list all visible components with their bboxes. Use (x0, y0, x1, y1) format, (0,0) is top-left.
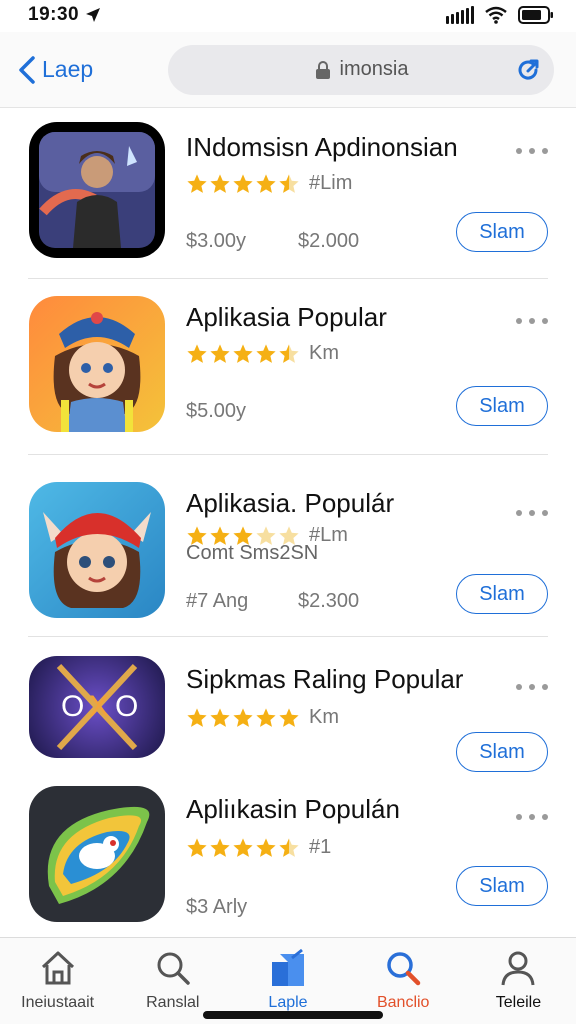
magnifier-accent-icon (387, 952, 421, 986)
star-icon (187, 837, 207, 857)
more-options-icon[interactable] (516, 316, 548, 326)
star-rating: #Lim (186, 172, 352, 195)
star-icon (279, 837, 299, 857)
status-bar: 19:30 (0, 0, 576, 30)
star-icon (279, 343, 299, 363)
star-icon (210, 707, 230, 727)
app-icon-xo-game[interactable]: O X O (29, 656, 165, 758)
rating-text: Km (309, 342, 339, 364)
get-button[interactable]: Slam (456, 574, 548, 614)
star-icon (256, 173, 276, 193)
star-rating: #1 (186, 836, 331, 859)
rating-text: #1 (309, 836, 332, 858)
svg-text:O: O (115, 690, 138, 723)
star-icon (210, 343, 230, 363)
tab-label: Ranslal (146, 994, 200, 1011)
app-icon-girl-hat[interactable] (29, 482, 165, 618)
status-time: 19:30 (28, 4, 80, 25)
star-icon (256, 837, 276, 857)
rating-text: #Lim (309, 172, 353, 194)
star-icon (256, 343, 276, 363)
star-icon (233, 837, 253, 857)
svg-text:X: X (89, 690, 109, 723)
apps-icon (272, 948, 304, 986)
get-button[interactable]: Slam (456, 212, 548, 252)
tab-home[interactable]: Ineiustaait (0, 938, 115, 1024)
battery-icon (518, 6, 553, 24)
cellular-signal-icon (446, 6, 474, 24)
app-subtitle: Comt Sms2SN (186, 542, 319, 564)
home-icon (41, 951, 74, 985)
more-options-icon[interactable] (516, 812, 548, 822)
star-icon (279, 707, 299, 727)
more-options-icon[interactable] (516, 682, 548, 692)
tab-profile[interactable]: Teleile (461, 938, 576, 1024)
list-item[interactable]: O X O Sipkmas Raling Popular Km Slam (0, 636, 576, 772)
star-icon (279, 173, 299, 193)
tab-label: Ineiustaait (21, 994, 95, 1011)
back-button[interactable]: Laep (18, 55, 168, 84)
search-icon (157, 952, 190, 985)
list-item[interactable]: Aplikasia Popular Km $5.00y Slam (0, 280, 576, 456)
more-options-icon[interactable] (516, 146, 548, 156)
home-indicator[interactable] (203, 1011, 383, 1019)
wifi-icon (485, 6, 507, 24)
tab-label: Banclio (376, 994, 430, 1011)
back-label: Laep (42, 56, 94, 82)
star-icon (233, 173, 253, 193)
lock-icon (315, 60, 330, 79)
divider (28, 454, 548, 455)
address-bar[interactable]: imonsia (168, 44, 554, 95)
star-icon (233, 707, 253, 727)
price-primary: $3.00y (186, 230, 247, 252)
star-icon (210, 837, 230, 857)
app-title: Apliıkasin Populán (186, 794, 400, 824)
price-secondary: $2.300 (298, 590, 360, 612)
svg-text:O: O (61, 690, 84, 723)
rating-text: Km (309, 706, 339, 728)
app-title: Sipkmas Raling Popular (186, 664, 464, 694)
star-icon (187, 343, 207, 363)
price-secondary: $2.000 (298, 230, 360, 252)
app-title: Aplikasia Popular (186, 302, 387, 332)
app-title: Aplikasia. Populár (186, 488, 395, 518)
more-options-icon[interactable] (516, 508, 548, 518)
address-text: imonsia (339, 58, 409, 80)
get-button[interactable]: Slam (456, 386, 548, 426)
navigation-bar: Laep imonsia (0, 32, 576, 108)
get-button[interactable]: Slam (456, 866, 548, 906)
app-icon-warrior[interactable] (29, 122, 165, 258)
list-item[interactable]: INdomsisn Apdinonsian #Lim $3.00y $2.000… (0, 110, 576, 280)
star-icon (187, 173, 207, 193)
price-primary: #7 Ang (186, 590, 249, 612)
location-arrow-icon (86, 8, 101, 22)
divider (28, 278, 548, 279)
chevron-left-icon (19, 55, 35, 84)
app-icon-bird[interactable] (29, 786, 165, 922)
list-item[interactable]: Aplikasia. Populár #Lm Comt Sms2SN #7 An… (0, 456, 576, 637)
tab-label: Laple (268, 994, 308, 1011)
star-icon (233, 343, 253, 363)
star-rating: Km (186, 342, 339, 365)
star-rating: Km (186, 706, 339, 729)
reload-icon[interactable] (514, 56, 542, 84)
star-icon (256, 707, 276, 727)
app-title: INdomsisn Apdinonsian (186, 132, 458, 162)
price-primary: $5.00y (186, 400, 247, 422)
list-item[interactable]: Apliıkasin Populán #1 $3 Arly Slam (0, 766, 576, 936)
tab-label: Teleile (495, 994, 542, 1011)
star-icon (187, 707, 207, 727)
star-icon (210, 173, 230, 193)
price-primary: $3 Arly (186, 896, 248, 918)
person-icon (501, 951, 535, 986)
app-icon-princess[interactable] (29, 296, 165, 432)
